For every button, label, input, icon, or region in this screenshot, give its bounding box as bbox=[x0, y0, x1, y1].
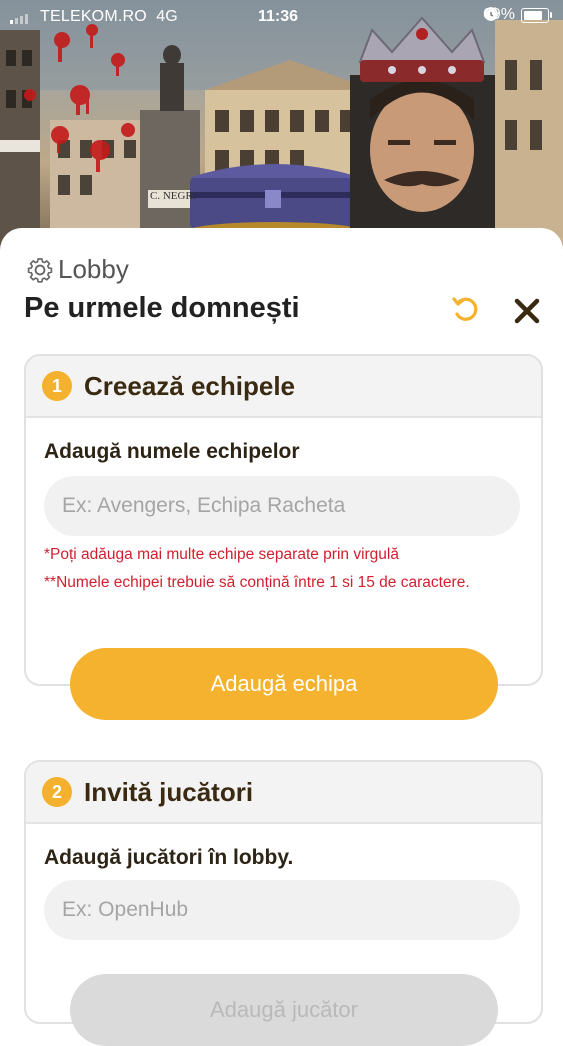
step-1-badge: 1 bbox=[42, 371, 72, 401]
teams-card: 1 Creează echipele Adaugă numele echipel… bbox=[24, 354, 543, 720]
teams-card-header: 1 Creează echipele bbox=[26, 356, 541, 418]
hero-banner-image: C. NEGRI TELEKOM.RO 4G 11:36 69% bbox=[0, 0, 563, 250]
players-card-header: 2 Invită jucători bbox=[26, 762, 541, 824]
battery-icon bbox=[521, 7, 552, 23]
lobby-label: Lobby bbox=[58, 254, 129, 284]
players-card: 2 Invită jucători Adaugă jucători în lob… bbox=[24, 760, 543, 1046]
players-card-title: Invită jucători bbox=[84, 776, 254, 807]
lobby-header: Lobby bbox=[26, 254, 129, 285]
teams-card-title: Creează echipele bbox=[84, 370, 296, 401]
add-team-button[interactable]: Adaugă echipa bbox=[70, 648, 498, 720]
teams-hint-length: **Numele echipei trebuie să conțină într… bbox=[44, 574, 470, 591]
teams-hint-multiple: *Poți adăuga mai multe echipe separate p… bbox=[44, 546, 399, 563]
players-label: Adaugă jucători în lobby. bbox=[44, 846, 294, 869]
refresh-icon[interactable] bbox=[450, 294, 482, 326]
status-bar: TELEKOM.RO 4G 11:36 69% bbox=[0, 0, 563, 34]
lobby-sheet: Lobby Pe urmele domnești 1 Creează echip… bbox=[0, 228, 563, 1046]
carrier-label: TELEKOM.RO 4G bbox=[40, 8, 178, 25]
alarm-icon bbox=[485, 9, 497, 21]
players-input[interactable] bbox=[44, 880, 520, 940]
status-right: 69% bbox=[483, 6, 552, 24]
step-2-badge: 2 bbox=[42, 777, 72, 807]
signal-icon bbox=[10, 14, 28, 24]
close-icon[interactable] bbox=[510, 294, 544, 328]
status-time: 11:36 bbox=[258, 8, 299, 25]
team-names-label: Adaugă numele echipelor bbox=[44, 440, 300, 463]
page-title: Pe urmele domnești bbox=[24, 292, 300, 324]
team-names-input[interactable] bbox=[44, 476, 520, 536]
gear-icon bbox=[27, 257, 53, 283]
hero-sign-text: C. NEGRI bbox=[150, 190, 197, 202]
add-player-button[interactable]: Adaugă jucător bbox=[70, 974, 498, 1046]
